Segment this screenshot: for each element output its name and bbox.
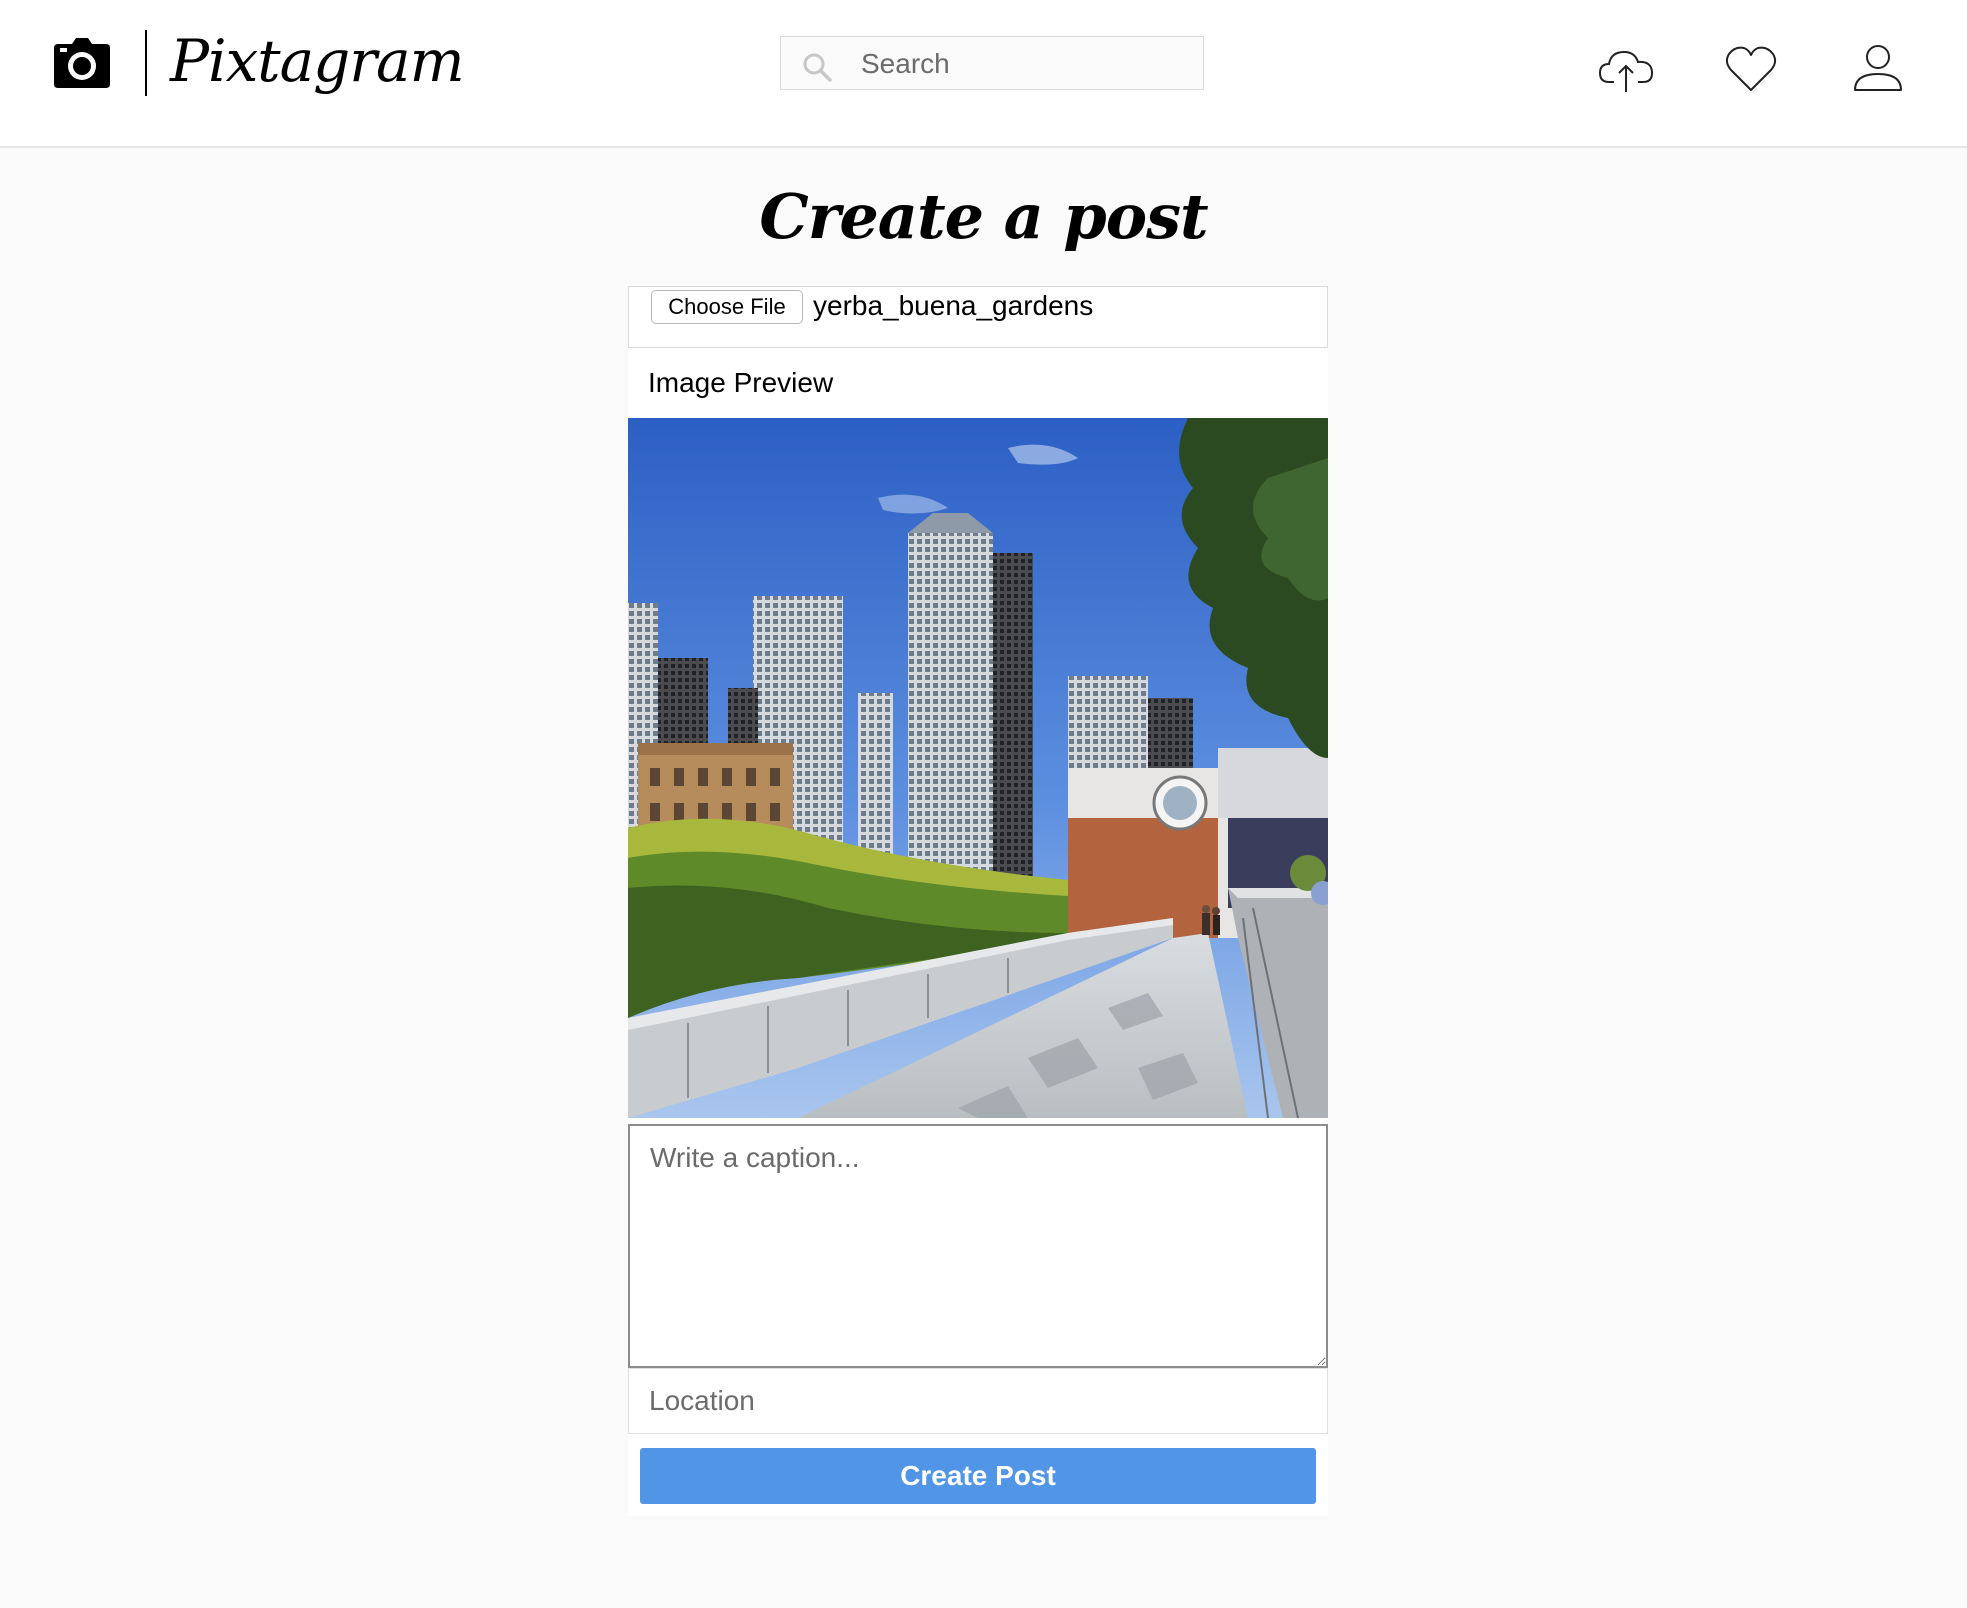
- user-icon[interactable]: [1850, 44, 1906, 94]
- top-navigation-bar: Pixtagram: [0, 0, 1967, 148]
- page-title: Create a post: [759, 180, 1208, 253]
- image-preview: [628, 418, 1328, 1118]
- search-box[interactable]: [780, 36, 1204, 90]
- choose-file-button[interactable]: Choose File: [651, 290, 803, 324]
- heart-icon[interactable]: [1723, 44, 1779, 94]
- selected-file-name: yerba_buena_gardens: [813, 290, 1094, 321]
- create-post-button[interactable]: Create Post: [640, 1448, 1316, 1504]
- location-input[interactable]: [628, 1368, 1328, 1434]
- create-post-form: Choose File yerba_buena_gardens Image Pr…: [628, 286, 1328, 1516]
- file-input-row: Choose File yerba_buena_gardens: [628, 286, 1328, 348]
- app-logo-text[interactable]: Pixtagram: [170, 26, 465, 96]
- camera-icon[interactable]: [54, 38, 110, 88]
- image-preview-label: Image Preview: [648, 367, 834, 398]
- search-input[interactable]: [859, 45, 1183, 83]
- caption-input[interactable]: [628, 1124, 1328, 1368]
- logo-divider: [145, 30, 147, 96]
- cloud-upload-icon[interactable]: [1598, 44, 1654, 94]
- search-icon: [803, 53, 832, 82]
